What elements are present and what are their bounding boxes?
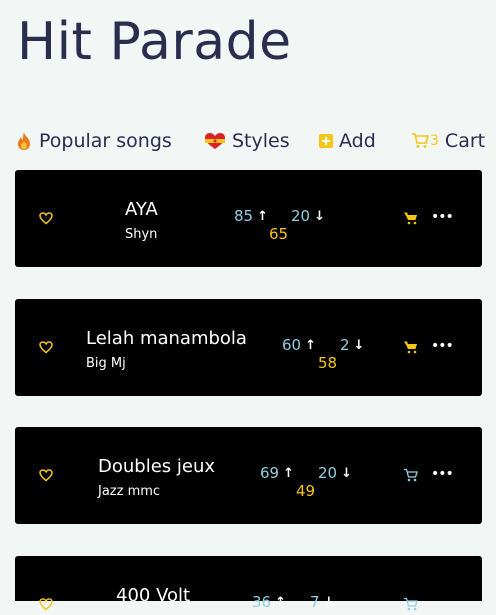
song-artist: Big Mj bbox=[86, 356, 126, 371]
nav-add-label: Add bbox=[339, 130, 376, 152]
more-options-icon[interactable]: ••• bbox=[431, 467, 454, 481]
song-title[interactable]: AYA bbox=[125, 199, 158, 220]
cart-outline-icon[interactable] bbox=[404, 596, 418, 611]
song-card: Doubles jeux Jazz mmc 69 ↑ 20 ↓ 49 ••• bbox=[15, 427, 482, 524]
arrow-up-icon: ↑ bbox=[275, 594, 286, 610]
upvote-count: 69 bbox=[260, 464, 280, 482]
heart-outline-icon[interactable] bbox=[39, 339, 53, 354]
add-square-icon bbox=[319, 134, 333, 148]
downvote-button[interactable]: 2 ↓ bbox=[340, 336, 364, 354]
arrow-down-icon: ↓ bbox=[323, 594, 335, 610]
song-score: 49 bbox=[296, 482, 316, 500]
song-score: 58 bbox=[318, 354, 338, 372]
downvote-button[interactable]: 7 ↓ bbox=[310, 593, 334, 611]
song-card: AYA Shyn 85 ↑ 20 ↓ 65 ••• bbox=[15, 170, 482, 267]
upvote-count: 60 bbox=[282, 336, 302, 354]
upvote-count: 85 bbox=[234, 207, 254, 225]
arrow-down-icon: ↓ bbox=[341, 465, 352, 481]
song-artist: Shyn bbox=[125, 227, 158, 242]
heart-ribbon-icon bbox=[204, 132, 226, 150]
cart-filled-icon[interactable] bbox=[404, 210, 418, 225]
cart-icon bbox=[412, 133, 429, 149]
song-title[interactable]: Lelah manambola bbox=[86, 328, 247, 349]
song-artist: Jazz mmc bbox=[98, 484, 161, 499]
nav-popular-songs[interactable]: Popular songs bbox=[15, 130, 172, 152]
arrow-up-icon: ↑ bbox=[305, 337, 316, 353]
more-options-icon[interactable]: ••• bbox=[431, 339, 454, 353]
nav-styles[interactable]: Styles bbox=[204, 130, 290, 152]
fire-icon bbox=[15, 131, 33, 151]
downvote-count: 20 bbox=[291, 207, 311, 225]
upvote-button[interactable]: 60 ↑ bbox=[282, 336, 316, 354]
heart-outline-icon[interactable] bbox=[39, 596, 53, 611]
arrow-down-icon: ↓ bbox=[314, 208, 325, 224]
nav-popular-label: Popular songs bbox=[39, 130, 172, 152]
more-options-icon[interactable]: ••• bbox=[431, 210, 454, 224]
downvote-count: 7 bbox=[310, 593, 320, 611]
nav-styles-label: Styles bbox=[232, 130, 290, 152]
cart-filled-icon[interactable] bbox=[404, 339, 418, 354]
song-card: Lelah manambola Big Mj 60 ↑ 2 ↓ 58 ••• bbox=[15, 299, 482, 396]
song-score: 65 bbox=[269, 225, 289, 243]
nav-cart-label: Cart bbox=[444, 130, 486, 152]
nav-add[interactable]: Add bbox=[319, 130, 376, 152]
upvote-count: 36 bbox=[252, 593, 272, 611]
downvote-count: 2 bbox=[340, 336, 350, 354]
song-title[interactable]: 400 Volt bbox=[116, 585, 190, 606]
arrow-up-icon: ↑ bbox=[257, 208, 268, 224]
downvote-button[interactable]: 20 ↓ bbox=[291, 207, 325, 225]
downvote-button[interactable]: 20 ↓ bbox=[318, 464, 352, 482]
cart-count-badge: 3 bbox=[430, 133, 439, 149]
upvote-button[interactable]: 69 ↑ bbox=[260, 464, 294, 482]
heart-outline-icon[interactable] bbox=[39, 210, 53, 225]
song-card: 400 Volt 36 ↑ 7 ↓ bbox=[15, 556, 482, 611]
heart-outline-icon[interactable] bbox=[39, 467, 53, 482]
page-title: Hit Parade bbox=[17, 12, 292, 72]
arrow-down-icon: ↓ bbox=[353, 337, 365, 353]
upvote-button[interactable]: 85 ↑ bbox=[234, 207, 268, 225]
arrow-up-icon: ↑ bbox=[283, 465, 294, 481]
nav-cart[interactable]: 3 Cart bbox=[412, 130, 485, 152]
song-title[interactable]: Doubles jeux bbox=[98, 456, 215, 477]
main-nav: Popular songs Styles Add 3 Cart bbox=[0, 130, 496, 158]
upvote-button[interactable]: 36 ↑ bbox=[252, 593, 286, 611]
downvote-count: 20 bbox=[318, 464, 338, 482]
cart-outline-icon[interactable] bbox=[404, 467, 418, 482]
